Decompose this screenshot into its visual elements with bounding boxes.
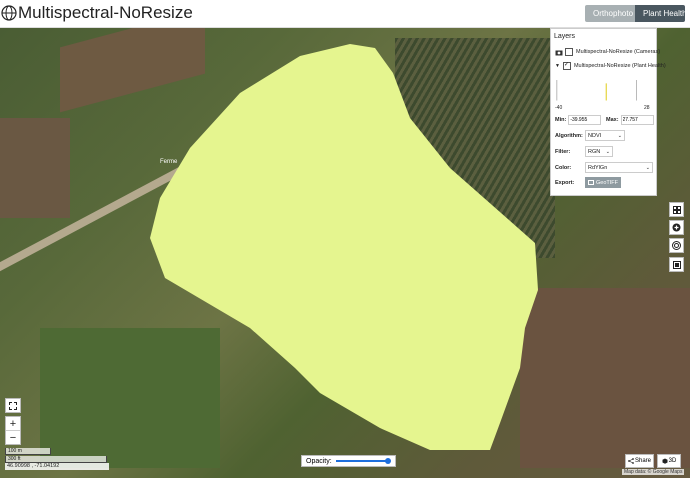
header-bar: Multispectral-NoResize Orthophoto Plant … xyxy=(0,0,690,28)
globe-icon xyxy=(1,5,17,21)
square-icon xyxy=(672,260,681,269)
filter-select[interactable]: RGN ⌄ xyxy=(585,146,613,157)
layers-toggle-button[interactable] xyxy=(669,257,684,272)
hist-min-label: -40 xyxy=(555,105,563,111)
color-label: Color: xyxy=(555,164,572,171)
color-row: Color: RdYlGn ⌄ xyxy=(555,162,653,173)
zoom-out-button[interactable]: − xyxy=(6,431,20,444)
color-select[interactable]: RdYlGn ⌄ xyxy=(585,162,653,173)
algorithm-row: Algorithm: NDVI ⌄ xyxy=(555,130,625,141)
min-label: Min: xyxy=(555,117,567,123)
plus-circle-icon xyxy=(672,223,681,232)
color-value: RdYlGn xyxy=(588,164,608,171)
fullscreen-button[interactable] xyxy=(5,398,21,413)
filter-row: Filter: RGN ⌄ xyxy=(555,146,613,157)
opacity-control: Opacity: xyxy=(301,455,396,467)
coordinates-readout: 46.90998 , -71.04192 xyxy=(5,463,109,470)
algorithm-label: Algorithm: xyxy=(555,132,583,139)
opacity-slider-handle[interactable] xyxy=(384,457,391,464)
scale-imperial: 300 ft xyxy=(5,456,107,463)
place-label: Ferme xyxy=(160,159,178,165)
algorithm-value: NDVI xyxy=(588,132,602,139)
chevron-down-icon: ⌄ xyxy=(617,132,622,139)
ndvi-overlay-shape xyxy=(150,44,538,450)
expand-icon xyxy=(9,401,17,410)
layer-cameras-checkbox[interactable] xyxy=(565,48,573,56)
min-field-group: Min: xyxy=(555,115,602,125)
share-label: Share xyxy=(634,458,651,464)
layers-title: Layers xyxy=(554,33,576,40)
grid-button[interactable] xyxy=(669,202,684,217)
layer-plant-health-checkbox[interactable] xyxy=(562,61,571,70)
max-field-group: Max: xyxy=(606,115,654,125)
3d-button[interactable]: 3D xyxy=(657,454,681,468)
layer-plant-health-label: Multispectral-NoResize (Plant Health) xyxy=(573,63,666,69)
histogram[interactable] xyxy=(556,78,651,105)
view-toggle: Orthophoto Plant Health xyxy=(585,5,687,22)
map-attribution: Map data: © Google Maps xyxy=(622,469,685,475)
filter-value: RGN xyxy=(588,148,601,155)
scale-metric: 100 m xyxy=(5,448,51,455)
share-button[interactable]: Share xyxy=(625,454,654,468)
max-label: Max: xyxy=(606,117,619,123)
plant-health-label: Plant Health xyxy=(643,9,687,18)
grid-icon xyxy=(672,205,681,214)
max-input[interactable] xyxy=(620,115,654,125)
target-icon xyxy=(672,241,681,250)
layer-plant-health[interactable]: ▼ Multispectral-NoResize (Plant Health) xyxy=(555,61,666,70)
cube-icon xyxy=(662,458,668,464)
orthophoto-button[interactable]: Orthophoto xyxy=(585,5,635,22)
geotiff-button[interactable]: GeoTIFF xyxy=(585,177,622,188)
3d-label: 3D xyxy=(668,458,677,464)
orthophoto-label: Orthophoto xyxy=(593,9,634,18)
opacity-label: Opacity: xyxy=(306,457,332,465)
opacity-slider[interactable] xyxy=(335,457,391,464)
layers-panel: Layers Multispectral-NoResize (Cameras) … xyxy=(550,28,666,196)
image-icon xyxy=(588,180,594,185)
zoom-control: + − xyxy=(5,416,21,445)
camera-icon xyxy=(555,50,563,55)
add-layer-button[interactable] xyxy=(669,220,684,235)
geotiff-label: GeoTIFF xyxy=(596,179,619,186)
caret-down-icon[interactable]: ▼ xyxy=(555,63,560,69)
chevron-down-icon: ⌄ xyxy=(645,164,650,171)
chevron-down-icon: ⌄ xyxy=(605,148,610,155)
min-input[interactable] xyxy=(568,115,602,125)
measure-button[interactable] xyxy=(669,238,684,253)
export-row: Export: GeoTIFF xyxy=(555,177,622,188)
share-icon xyxy=(628,458,634,464)
export-label: Export: xyxy=(555,179,575,186)
zoom-in-button[interactable]: + xyxy=(6,417,20,431)
layer-cameras[interactable]: Multispectral-NoResize (Cameras) xyxy=(555,48,660,56)
layer-cameras-label: Multispectral-NoResize (Cameras) xyxy=(576,49,661,55)
algorithm-select[interactable]: NDVI ⌄ xyxy=(585,130,625,141)
page-title: Multispectral-NoResize xyxy=(18,3,193,22)
plant-health-button[interactable]: Plant Health xyxy=(635,5,687,22)
hist-max-label: 28 xyxy=(644,105,650,111)
filter-label: Filter: xyxy=(555,148,571,155)
